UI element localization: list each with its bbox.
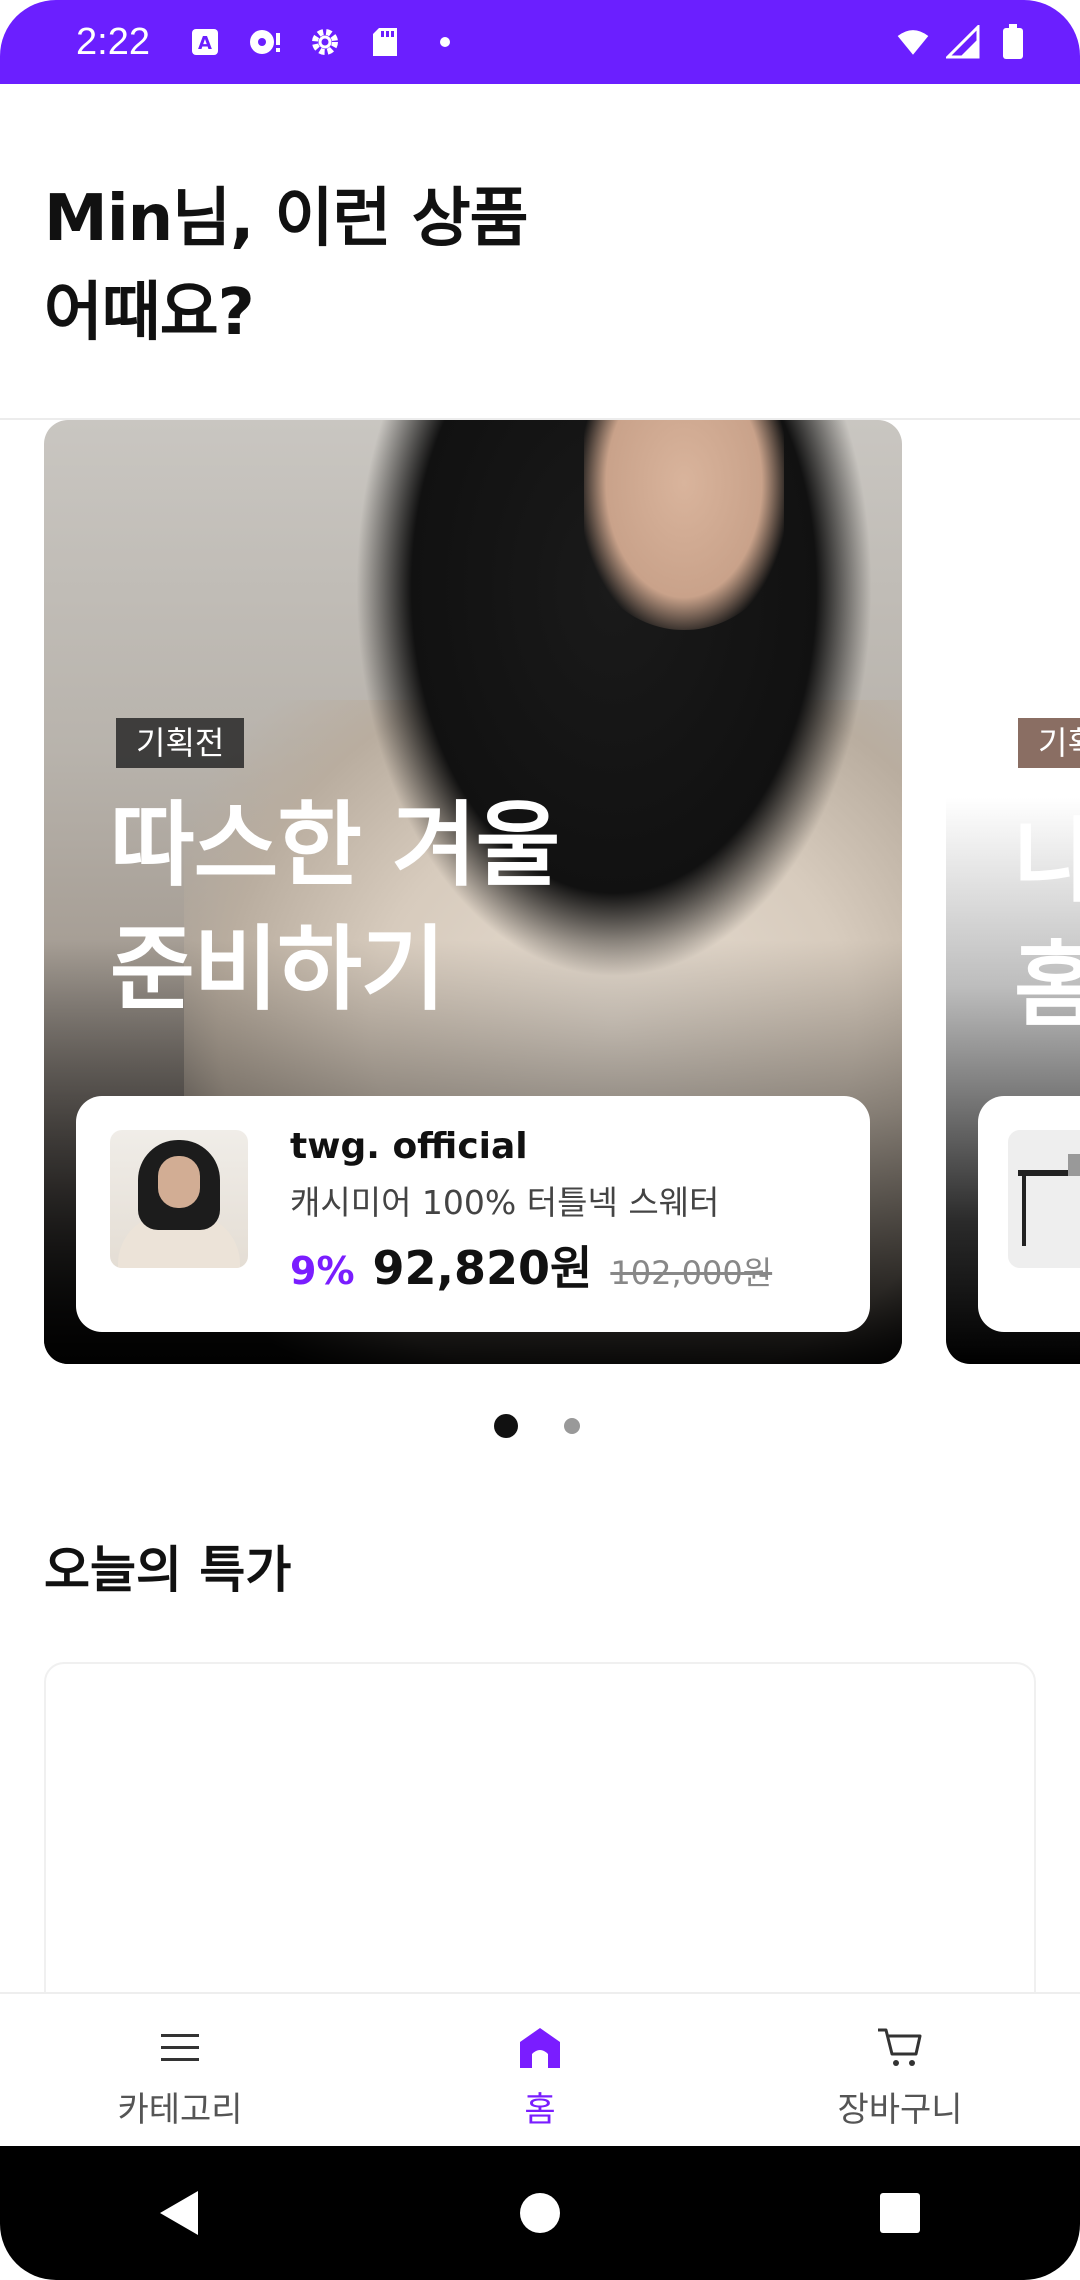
nav-label-home: 홈 bbox=[524, 2090, 556, 2130]
home-icon bbox=[516, 2024, 564, 2072]
media-icon bbox=[248, 25, 282, 59]
product-original-price: 102,000원 bbox=[610, 1254, 773, 1292]
promo-tag-next: 기획 bbox=[1018, 718, 1080, 768]
product-discount: 9% bbox=[290, 1249, 355, 1293]
svg-text:A: A bbox=[198, 33, 212, 54]
page-title: Min님, 이런 상품 어때요? bbox=[44, 172, 744, 360]
promo-card-next[interactable]: 기획 나 홈 bbox=[946, 420, 1080, 1364]
promo-tag: 기획전 bbox=[116, 718, 245, 768]
section-title-deals: 오늘의 특가 bbox=[44, 1541, 292, 1599]
nav-item-cart[interactable]: 장바구니 bbox=[720, 1994, 1080, 2148]
nav-label-cart: 장바구니 bbox=[837, 2090, 963, 2130]
greeting-line-1: Min님, 이런 상품 bbox=[44, 182, 528, 256]
product-name: 캐시미어 100% 터틀넥 스웨터 bbox=[290, 1183, 720, 1222]
home-circle-icon[interactable] bbox=[510, 2183, 570, 2243]
nav-item-category[interactable]: 카테고리 bbox=[0, 1994, 360, 2148]
promo-title-next-line-2: 홈 bbox=[1014, 932, 1080, 1039]
promo-carousel[interactable]: 기획전 따스한 겨울 준비하기 twg. official 캐시미어 100% … bbox=[0, 420, 1080, 1364]
bottom-navigation: 카테고리 홈 장바구니 bbox=[0, 1992, 1080, 2148]
nav-label-category: 카테고리 bbox=[117, 2090, 243, 2130]
promo-image-face bbox=[584, 420, 784, 630]
product-price-row: 9% 92,820원 102,000원 bbox=[290, 1232, 772, 1298]
back-icon[interactable] bbox=[150, 2183, 210, 2243]
status-system-icons bbox=[896, 24, 1030, 59]
product-price: 92,820원 bbox=[372, 1241, 593, 1295]
wifi-icon bbox=[896, 25, 930, 59]
sd-card-icon bbox=[368, 25, 402, 59]
nav-item-home[interactable]: 홈 bbox=[360, 1994, 720, 2148]
featured-product-next[interactable] bbox=[978, 1096, 1080, 1332]
menu-icon bbox=[156, 2024, 204, 2072]
dot-icon bbox=[428, 25, 462, 59]
featured-product[interactable]: twg. official 캐시미어 100% 터틀넥 스웨터 9% 92,82… bbox=[76, 1096, 870, 1332]
system-navigation-bar bbox=[0, 2146, 1080, 2280]
battery-icon bbox=[996, 24, 1030, 59]
promo-title-line-2: 준비하기 bbox=[110, 916, 446, 1023]
pagination-dot-active[interactable] bbox=[494, 1414, 518, 1438]
header: Min님, 이런 상품 어때요? bbox=[0, 84, 1080, 420]
promo-card[interactable]: 기획전 따스한 겨울 준비하기 twg. official 캐시미어 100% … bbox=[44, 420, 902, 1364]
cart-icon bbox=[876, 2024, 924, 2072]
promo-title-next: 나 홈 bbox=[1014, 800, 1080, 1048]
signal-icon bbox=[946, 25, 980, 59]
product-thumbnail bbox=[110, 1130, 248, 1268]
carousel-pagination bbox=[0, 1412, 1080, 1440]
recents-icon[interactable] bbox=[870, 2183, 930, 2243]
settings-icon bbox=[308, 25, 342, 59]
promo-title-next-line-1: 나 bbox=[1014, 808, 1080, 915]
a-icon: A bbox=[188, 25, 222, 59]
product-brand: twg. official bbox=[290, 1126, 528, 1167]
status-notification-icons: A bbox=[188, 25, 462, 59]
product-thumbnail-next bbox=[1008, 1130, 1080, 1268]
status-bar: 2:22 A bbox=[0, 0, 1080, 84]
promo-title-line-1: 따스한 겨울 bbox=[110, 792, 560, 899]
pagination-dot[interactable] bbox=[564, 1418, 580, 1434]
greeting-line-2: 어때요? bbox=[44, 276, 255, 350]
status-time: 2:22 bbox=[76, 20, 150, 63]
promo-title: 따스한 겨울 준비하기 bbox=[110, 784, 810, 1032]
